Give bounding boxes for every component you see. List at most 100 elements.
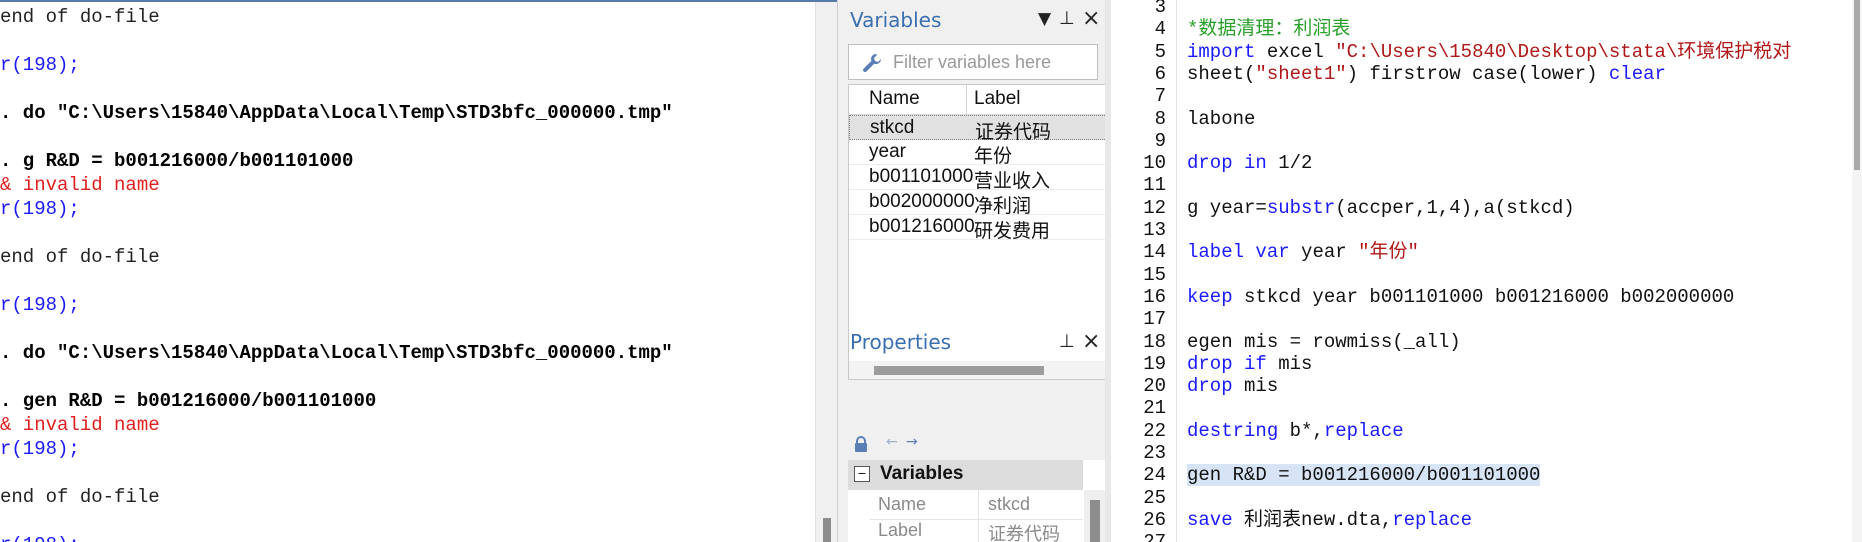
line-number: 22 bbox=[1143, 419, 1166, 442]
code-line[interactable]: *数据清理：利润表 bbox=[1187, 18, 1350, 40]
code-token: egen mis = rowmiss(_all) bbox=[1187, 330, 1461, 353]
code-token: "年份" bbox=[1358, 241, 1419, 264]
code-token: excel bbox=[1255, 40, 1336, 63]
code-token: year bbox=[1289, 241, 1359, 264]
filter-icon[interactable]: ▼ bbox=[1038, 9, 1051, 29]
property-key: Label bbox=[878, 520, 923, 540]
lock-icon[interactable] bbox=[854, 436, 868, 453]
properties-scrollbar-thumb[interactable] bbox=[1090, 500, 1100, 542]
results-line: r(198); bbox=[0, 438, 80, 460]
variables-hscrollbar[interactable] bbox=[849, 361, 1105, 379]
results-line bbox=[0, 461, 815, 485]
code-token: mis bbox=[1232, 375, 1279, 398]
properties-category[interactable]: − Variables bbox=[848, 460, 1083, 490]
code-line[interactable]: import excel "C:\Users\15840\Desktop\sta… bbox=[1187, 41, 1791, 63]
variable-name: b001216000 bbox=[869, 216, 975, 237]
code-token: if bbox=[1244, 352, 1267, 375]
line-number: 27 bbox=[1143, 531, 1166, 542]
line-number: 3 bbox=[1154, 0, 1166, 18]
results-line: . g R&D = b001216000/b001101000 bbox=[0, 150, 354, 172]
code-line[interactable]: drop in 1/2 bbox=[1187, 152, 1312, 174]
results-scrollbar-thumb[interactable] bbox=[823, 518, 831, 542]
property-value: 证券代码 bbox=[988, 524, 1060, 542]
back-arrow-icon[interactable]: ← bbox=[886, 434, 898, 450]
editor-scrollbar-thumb[interactable] bbox=[1854, 0, 1860, 170]
results-line bbox=[0, 221, 815, 245]
pin-properties-icon[interactable]: ⊥ bbox=[1059, 331, 1075, 352]
results-pane[interactable]: end of do-file r(198); . do "C:\Users\1584… bbox=[0, 0, 837, 542]
code-line[interactable]: keep stkcd year b001101000 b001216000 b0… bbox=[1187, 286, 1734, 308]
code-token: *数据清理：利润表 bbox=[1187, 18, 1351, 41]
results-line: r(198); bbox=[0, 294, 80, 316]
line-number: 9 bbox=[1154, 129, 1166, 152]
variable-row-stkcd[interactable]: stkcd 证券代码 bbox=[849, 115, 1105, 143]
do-file-editor[interactable]: 3 4 5 6 7 8 9 10 11 12 13 14 15 16 17 18 19 20 21 22 23 24 25 2… bbox=[1105, 0, 1862, 542]
code-line[interactable]: destring b*,replace bbox=[1187, 420, 1404, 442]
wrench-icon bbox=[863, 54, 882, 72]
column-divider[interactable] bbox=[966, 85, 967, 115]
variable-row-b002000000[interactable]: b002000000 净利润 bbox=[849, 190, 1105, 217]
code-line[interactable]: drop if mis bbox=[1187, 353, 1312, 375]
column-header-label[interactable]: Label bbox=[974, 88, 1021, 110]
code-line[interactable]: drop mis bbox=[1187, 375, 1278, 397]
code-token: replace bbox=[1392, 508, 1473, 531]
code-token: (accper,1,4),a(stkcd) bbox=[1335, 196, 1575, 219]
variable-label: 研发费用 bbox=[974, 221, 1051, 242]
pin-icon[interactable]: ⊥ bbox=[1059, 8, 1075, 29]
results-line: end of do-file bbox=[0, 6, 160, 28]
results-line: r(198); bbox=[0, 533, 815, 542]
code-line[interactable]: egen mis = rowmiss(_all) bbox=[1187, 331, 1461, 353]
results-line bbox=[0, 317, 815, 341]
results-line: . do "C:\Users\15840\AppData\Local\Temp\… bbox=[0, 102, 673, 124]
property-row-label[interactable]: Label 证券代码 bbox=[870, 516, 1083, 542]
line-number: 12 bbox=[1143, 196, 1166, 219]
line-number: 4 bbox=[1154, 18, 1166, 41]
variable-label: 营业收入 bbox=[974, 171, 1051, 192]
line-number: 15 bbox=[1143, 263, 1166, 286]
column-header-name[interactable]: Name bbox=[869, 88, 920, 110]
variable-row-b001216000[interactable]: b001216000 研发费用 bbox=[849, 215, 1105, 242]
code-token: "C:\Users\15840\Desktop\stata\环境保护税对 bbox=[1335, 40, 1792, 63]
code-line[interactable]: label var year "年份" bbox=[1187, 241, 1419, 263]
forward-arrow-icon[interactable]: → bbox=[906, 434, 918, 450]
line-number: 14 bbox=[1143, 241, 1166, 264]
line-number: 21 bbox=[1143, 397, 1166, 420]
code-token: stkcd year b001101000 b001216000 b002000… bbox=[1232, 285, 1735, 308]
code-line[interactable]: g year=substr(accper,1,4),a(stkcd) bbox=[1187, 197, 1575, 219]
line-number: 8 bbox=[1154, 107, 1166, 130]
variable-row-year[interactable]: year 年份 bbox=[849, 140, 1105, 167]
results-line bbox=[0, 365, 815, 389]
results-output: end of do-file r(198); . do "C:\Users\1584… bbox=[0, 5, 815, 542]
line-number: 11 bbox=[1143, 174, 1166, 197]
variable-name: b002000000 bbox=[869, 191, 975, 212]
variable-name: b001101000 bbox=[869, 166, 974, 187]
code-line[interactable]: save 利润表new.dta,replace bbox=[1187, 509, 1472, 531]
variables-hscrollbar-thumb[interactable] bbox=[874, 366, 1044, 375]
variable-label: 净利润 bbox=[974, 196, 1032, 217]
properties-toolbar: ← → bbox=[848, 430, 1106, 460]
code-line[interactable]: sheet("sheet1") firstrow case(lower) cle… bbox=[1187, 63, 1666, 85]
results-line bbox=[0, 125, 815, 149]
code-token: b*, bbox=[1278, 419, 1324, 442]
editor-scrollbar[interactable] bbox=[1852, 0, 1862, 542]
code-line[interactable]: gen R&D = b001216000/b001101000 bbox=[1187, 464, 1541, 487]
results-line bbox=[0, 509, 815, 533]
code-token: save bbox=[1187, 508, 1233, 531]
line-number: 13 bbox=[1143, 219, 1166, 241]
line-number: 23 bbox=[1143, 442, 1166, 464]
results-scrollbar[interactable] bbox=[815, 2, 837, 542]
code-token: "sheet1" bbox=[1255, 62, 1347, 85]
filter-box bbox=[848, 44, 1098, 80]
code-token: sheet( bbox=[1187, 62, 1256, 85]
variable-row-b001101000[interactable]: b001101000 营业收入 bbox=[849, 165, 1105, 192]
properties-grid: − Variables Name stkcd Label 证券代码 bbox=[848, 460, 1106, 542]
close-variables-icon[interactable]: × bbox=[1082, 6, 1100, 31]
filter-variables-input[interactable] bbox=[893, 49, 1093, 75]
code-line[interactable]: labone bbox=[1187, 108, 1255, 130]
variables-list-header: Name Label bbox=[849, 85, 1105, 115]
properties-scrollbar[interactable] bbox=[1084, 490, 1106, 542]
close-properties-icon[interactable]: × bbox=[1082, 329, 1100, 354]
collapse-icon[interactable]: − bbox=[854, 466, 870, 482]
